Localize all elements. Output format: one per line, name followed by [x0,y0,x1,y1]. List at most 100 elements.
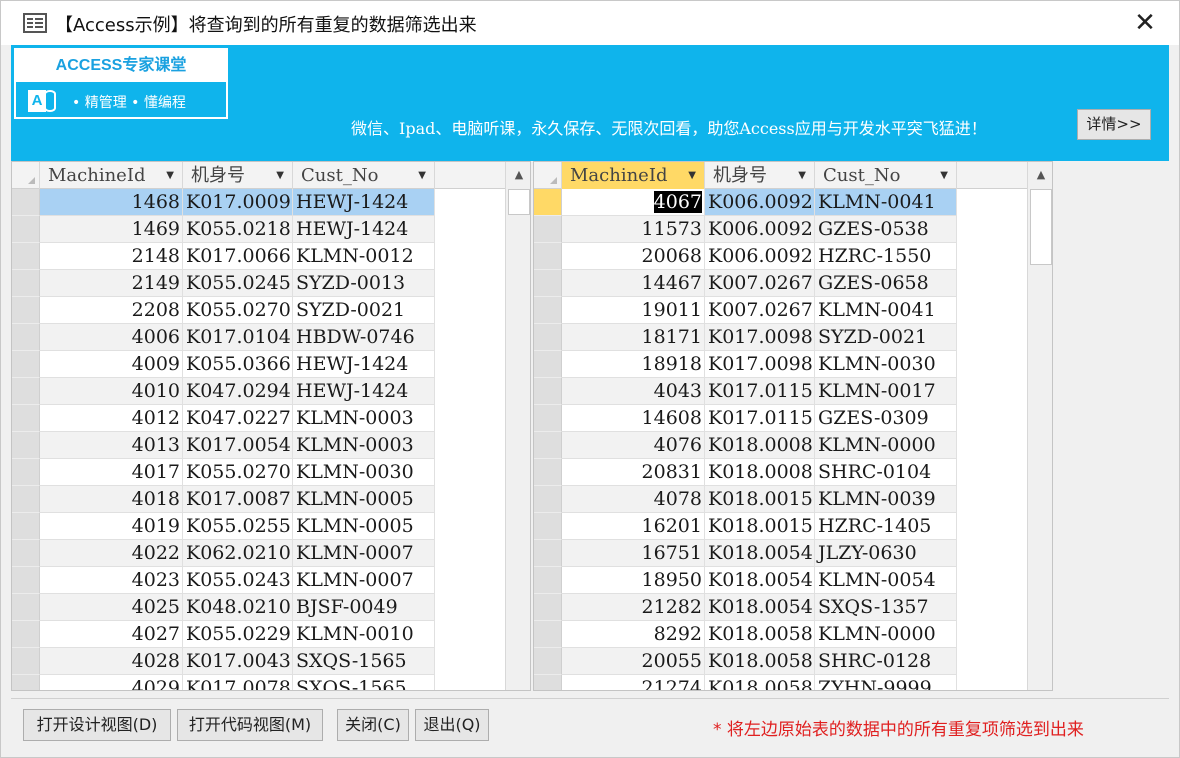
table-row[interactable]: 1468 K017.0009 HEWJ-1424 [12,189,530,216]
body-no-cell[interactable]: K018.0008 [705,432,815,459]
cust-no-cell[interactable]: HZRC-1405 [815,513,957,540]
table-row[interactable]: 8292 K018.0058 KLMN-0000 [534,621,1052,648]
record-selector[interactable] [12,324,40,351]
body-no-cell[interactable]: K047.0227 [183,405,293,432]
record-selector[interactable] [12,432,40,459]
record-selector[interactable] [534,351,562,378]
body-no-cell[interactable]: K055.0243 [183,567,293,594]
right-vertical-scrollbar[interactable]: ▲ [1027,162,1052,690]
machineid-cell[interactable]: 20831 [562,459,705,486]
table-row[interactable]: 18918 K017.0098 KLMN-0030 [534,351,1052,378]
record-selector[interactable] [12,621,40,648]
machineid-cell[interactable]: 16751 [562,540,705,567]
table-row[interactable]: 11573 K006.0092 GZES-0538 [534,216,1052,243]
table-row[interactable]: 4027 K055.0229 KLMN-0010 [12,621,530,648]
record-selector[interactable] [534,243,562,270]
machineid-cell[interactable]: 4029 [40,675,183,690]
machineid-cell[interactable]: 14608 [562,405,705,432]
body-no-cell[interactable]: K018.0015 [705,513,815,540]
column-header-body-no[interactable]: 机身号 ▼ [183,162,293,189]
record-selector[interactable] [534,432,562,459]
body-no-cell[interactable]: K018.0058 [705,675,815,690]
table-row[interactable]: 4009 K055.0366 HEWJ-1424 [12,351,530,378]
cust-no-cell[interactable]: BJSF-0049 [293,594,435,621]
column-header-cust-no[interactable]: Cust_No ▼ [815,162,957,189]
column-header-body-no[interactable]: 机身号 ▼ [705,162,815,189]
table-row[interactable]: 2148 K017.0066 KLMN-0012 [12,243,530,270]
machineid-cell[interactable]: 4010 [40,378,183,405]
cust-no-cell[interactable]: KLMN-0000 [815,621,957,648]
machineid-cell[interactable]: 20068 [562,243,705,270]
record-selector[interactable] [12,459,40,486]
table-row[interactable]: 4022 K062.0210 KLMN-0007 [12,540,530,567]
table-row[interactable]: 2208 K055.0270 SYZD-0021 [12,297,530,324]
record-selector[interactable] [12,270,40,297]
machineid-cell[interactable]: 2148 [40,243,183,270]
record-selector[interactable] [12,297,40,324]
cust-no-cell[interactable]: KLMN-0012 [293,243,435,270]
body-no-cell[interactable]: K055.0366 [183,351,293,378]
table-row[interactable]: 4078 K018.0015 KLMN-0039 [534,486,1052,513]
machineid-cell[interactable]: 1469 [40,216,183,243]
machineid-cell[interactable]: 4009 [40,351,183,378]
cust-no-cell[interactable]: KLMN-0030 [293,459,435,486]
table-row[interactable]: 4018 K017.0087 KLMN-0005 [12,486,530,513]
record-selector[interactable] [534,486,562,513]
cust-no-cell[interactable]: KLMN-0007 [293,540,435,567]
table-row[interactable]: 4019 K055.0255 KLMN-0005 [12,513,530,540]
body-no-cell[interactable]: K055.0270 [183,459,293,486]
cust-no-cell[interactable]: SHRC-0104 [815,459,957,486]
record-selector[interactable] [12,594,40,621]
machineid-cell[interactable]: 4023 [40,567,183,594]
machineid-cell[interactable]: 21274 [562,675,705,690]
machineid-cell[interactable]: 4017 [40,459,183,486]
machineid-cell[interactable]: 14467 [562,270,705,297]
machineid-cell[interactable]: 8292 [562,621,705,648]
select-all-corner[interactable] [534,162,562,189]
record-selector[interactable] [534,594,562,621]
table-row[interactable]: 4017 K055.0270 KLMN-0030 [12,459,530,486]
record-selector[interactable] [12,486,40,513]
body-no-cell[interactable]: K017.0115 [705,378,815,405]
machineid-cell[interactable]: 4018 [40,486,183,513]
record-selector[interactable] [12,243,40,270]
table-row[interactable]: 16201 K018.0015 HZRC-1405 [534,513,1052,540]
table-row[interactable]: 19011 K007.0267 KLMN-0041 [534,297,1052,324]
table-row[interactable]: 1469 K055.0218 HEWJ-1424 [12,216,530,243]
body-no-cell[interactable]: K018.0058 [705,621,815,648]
machineid-cell[interactable]: 1468 [40,189,183,216]
body-no-cell[interactable]: K007.0267 [705,270,815,297]
body-no-cell[interactable]: K017.0078 [183,675,293,690]
body-no-cell[interactable]: K047.0294 [183,378,293,405]
record-selector[interactable] [534,513,562,540]
machineid-cell[interactable]: 18171 [562,324,705,351]
record-selector[interactable] [534,297,562,324]
cust-no-cell[interactable]: SYZD-0021 [815,324,957,351]
machineid-cell[interactable]: 4028 [40,648,183,675]
body-no-cell[interactable]: K007.0267 [705,297,815,324]
cust-no-cell[interactable]: SYZD-0021 [293,297,435,324]
machineid-cell[interactable]: 4076 [562,432,705,459]
body-no-cell[interactable]: K055.0245 [183,270,293,297]
cust-no-cell[interactable]: SXQS-1357 [815,594,957,621]
body-no-cell[interactable]: K017.0087 [183,486,293,513]
table-row[interactable]: 16751 K018.0054 JLZY-0630 [534,540,1052,567]
record-selector[interactable] [534,270,562,297]
machineid-cell[interactable]: 4043 [562,378,705,405]
body-no-cell[interactable]: K055.0255 [183,513,293,540]
table-row[interactable]: 4025 K048.0210 BJSF-0049 [12,594,530,621]
machineid-cell[interactable]: 4019 [40,513,183,540]
table-row[interactable]: 21282 K018.0054 SXQS-1357 [534,594,1052,621]
cust-no-cell[interactable]: KLMN-0010 [293,621,435,648]
scroll-up-icon[interactable]: ▲ [1028,162,1052,188]
cust-no-cell[interactable]: GZES-0538 [815,216,957,243]
record-selector[interactable] [534,621,562,648]
machineid-cell[interactable]: 11573 [562,216,705,243]
cust-no-cell[interactable]: JLZY-0630 [815,540,957,567]
machineid-cell[interactable]: 4012 [40,405,183,432]
cust-no-cell[interactable]: HBDW-0746 [293,324,435,351]
record-selector[interactable] [534,378,562,405]
open-code-view-button[interactable]: 打开代码视图(M) [177,709,323,741]
body-no-cell[interactable]: K017.0009 [183,189,293,216]
body-no-cell[interactable]: K018.0054 [705,567,815,594]
